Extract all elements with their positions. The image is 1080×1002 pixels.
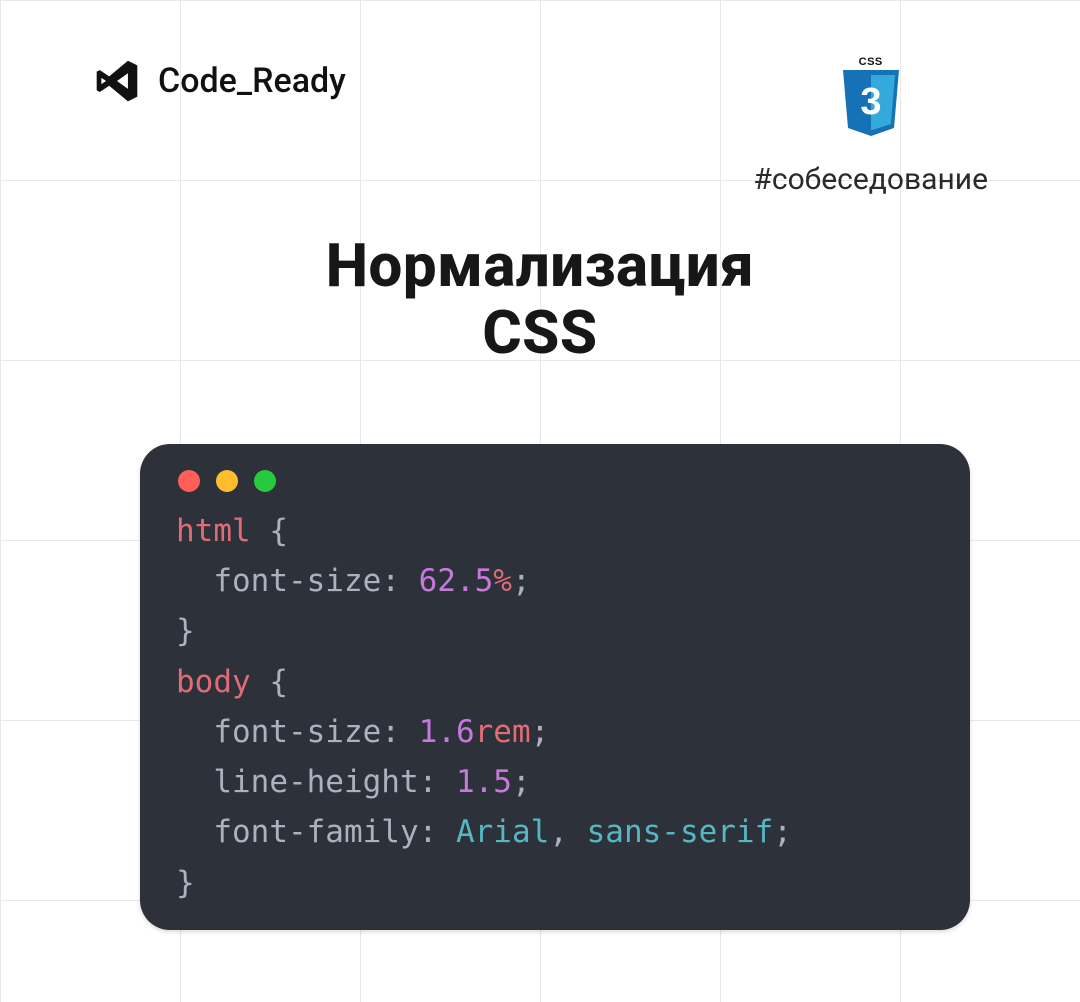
css3-digit: 3 [860,81,881,123]
unit-rem: rem [475,714,531,750]
css3-shield-icon: CSS 3 [839,56,903,146]
right-column: CSS 3 #собеседование [753,56,988,197]
title-line-2: CSS [0,299,1080,366]
minimize-icon[interactable] [216,470,238,492]
zoom-icon[interactable] [254,470,276,492]
value-1-6: 1.6 [419,714,475,750]
prop-line-height: line-height [213,764,418,800]
css3-badge-top: CSS [839,56,903,68]
value-62-5: 62.5 [419,563,494,599]
value-sans-serif: sans-serif [587,814,774,850]
unit-percent: % [493,563,512,599]
window-controls [176,468,934,506]
value-arial: Arial [456,814,549,850]
prop-font-family: font-family [213,814,418,850]
value-1-5: 1.5 [456,764,512,800]
brand-label: Code_Ready [158,61,346,101]
selector-html: html [176,513,251,549]
title-line-1: Нормализация [0,232,1080,299]
code-block: html { font-size: 62.5%; } body { font-s… [176,506,934,908]
page-title: Нормализация CSS [0,232,1080,366]
close-icon[interactable] [178,470,200,492]
selector-body: body [176,664,251,700]
brand: Code_Ready [92,56,346,106]
prop-font-size: font-size [213,563,381,599]
visual-studio-icon [92,56,142,106]
header: Code_Ready CSS 3 #собеседование [0,0,1080,197]
code-window: html { font-size: 62.5%; } body { font-s… [140,444,970,930]
hashtag: #собеседование [753,162,988,197]
prop-font-size: font-size [213,714,381,750]
